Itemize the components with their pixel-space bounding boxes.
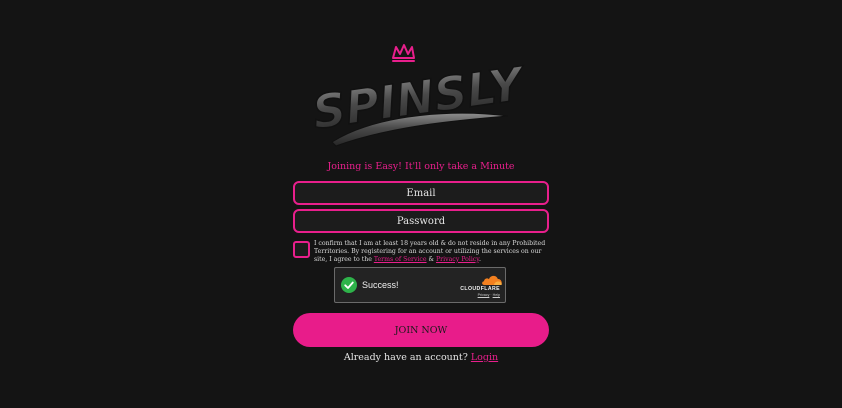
- success-check-icon: [341, 277, 357, 293]
- captcha-status: Success!: [362, 280, 399, 290]
- age-consent-checkbox[interactable]: [293, 241, 310, 258]
- captcha-privacy-link[interactable]: Privacy: [478, 293, 490, 297]
- logo-wordmark: SPINSLY: [310, 56, 530, 139]
- tagline: Joining is Easy! It'll only take a Minut…: [327, 161, 515, 172]
- email-field[interactable]: [293, 181, 549, 205]
- spinsly-logo: SPINSLY: [310, 42, 532, 162]
- captcha-separator: ·: [490, 293, 492, 297]
- cloudflare-cloud-icon: [482, 275, 502, 285]
- cloudflare-captcha[interactable]: Success! CLOUDFLARE Privacy · Help: [334, 267, 506, 303]
- terms-link[interactable]: Terms of Service: [374, 256, 427, 263]
- cloudflare-brand: CLOUDFLARE: [460, 286, 500, 292]
- password-field[interactable]: [293, 209, 549, 233]
- captcha-help-link[interactable]: Help: [493, 293, 500, 297]
- signin-prompt: Already have an account? Login: [0, 352, 842, 363]
- consent-and: &: [426, 255, 436, 263]
- captcha-links: Privacy · Help: [478, 293, 500, 297]
- consent-suffix: .: [478, 255, 481, 263]
- join-now-button[interactable]: JOIN NOW: [293, 313, 549, 347]
- login-link[interactable]: Login: [471, 352, 498, 363]
- privacy-link[interactable]: Privacy Policy: [436, 256, 479, 263]
- crown-icon: [392, 44, 415, 62]
- signin-text: Already have an account?: [343, 352, 471, 363]
- consent-text: I confirm that I am at least 18 years ol…: [314, 240, 552, 263]
